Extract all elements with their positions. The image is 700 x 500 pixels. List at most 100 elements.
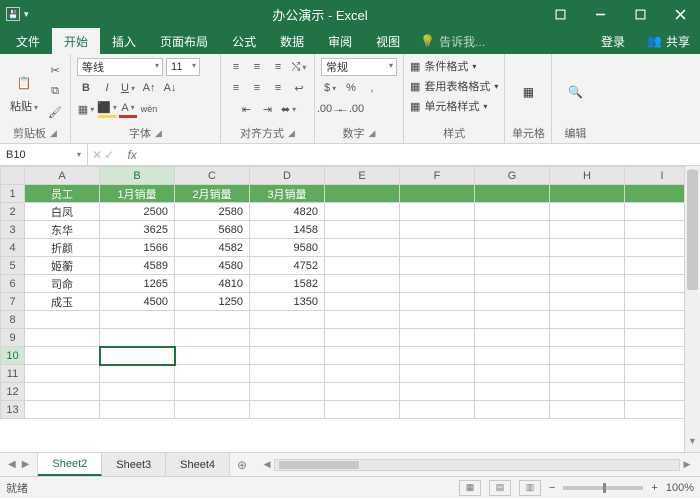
comma-format-icon[interactable]: , [363,79,381,97]
cell-E6[interactable] [325,275,400,293]
row-header-7[interactable]: 7 [1,293,25,311]
cell-I8[interactable] [625,311,685,329]
grid[interactable]: ABCDEFGHI1员工1月销量2月销量3月销量2白凤2500258048203… [0,166,684,452]
cell-C12[interactable] [175,383,250,401]
cell-H2[interactable] [550,203,625,221]
cell-E10[interactable] [325,347,400,365]
editing-button[interactable]: 🔍 [558,79,592,105]
new-sheet-button[interactable]: ⊕ [230,453,254,476]
column-header-E[interactable]: E [325,167,400,185]
cell-B7[interactable]: 4500 [100,293,175,311]
column-header-B[interactable]: B [100,167,175,185]
cell-A4[interactable]: 折颜 [25,239,100,257]
cell-G11[interactable] [475,365,550,383]
row-header-5[interactable]: 5 [1,257,25,275]
cell-A3[interactable]: 东华 [25,221,100,239]
cell-C10[interactable] [175,347,250,365]
cell-H3[interactable] [550,221,625,239]
cell-D6[interactable]: 1582 [250,275,325,293]
scroll-down-icon[interactable]: ▼ [685,436,700,452]
cell-H9[interactable] [550,329,625,347]
horizontal-scrollbar[interactable]: ◀ ▶ [260,456,694,473]
scroll-left-icon[interactable]: ◀ [260,459,274,470]
cell-E3[interactable] [325,221,400,239]
cell-D5[interactable]: 4752 [250,257,325,275]
cell-E1[interactable] [325,185,400,203]
cell-H5[interactable] [550,257,625,275]
close-button[interactable] [660,0,700,28]
wrap-text-icon[interactable]: ↩ [290,79,308,97]
align-middle-icon[interactable]: ≡ [248,58,266,76]
cell-A12[interactable] [25,383,100,401]
cell-F7[interactable] [400,293,475,311]
cell-F6[interactable] [400,275,475,293]
cell-E9[interactable] [325,329,400,347]
qat-dropdown-icon[interactable]: ▾ [24,9,29,20]
cell-D1[interactable]: 3月销量 [250,185,325,203]
normal-view-icon[interactable]: ▦ [459,480,481,496]
copy-icon[interactable]: ⧉ [46,83,64,101]
cell-A9[interactable] [25,329,100,347]
row-header-10[interactable]: 10 [1,347,25,365]
sheet-tab-sheet4[interactable]: Sheet4 [166,453,230,476]
cell-D9[interactable] [250,329,325,347]
row-header-13[interactable]: 13 [1,401,25,419]
column-header-A[interactable]: A [25,167,100,185]
cell-H12[interactable] [550,383,625,401]
cell-I1[interactable] [625,185,685,203]
cell-A5[interactable]: 姬蘅 [25,257,100,275]
cell-H7[interactable] [550,293,625,311]
cell-H6[interactable] [550,275,625,293]
cell-G1[interactable] [475,185,550,203]
select-all-corner[interactable] [1,167,25,185]
cell-F3[interactable] [400,221,475,239]
column-header-D[interactable]: D [250,167,325,185]
tab-file[interactable]: 文件 [4,28,52,54]
cell-E5[interactable] [325,257,400,275]
cell-I10[interactable] [625,347,685,365]
cell-F4[interactable] [400,239,475,257]
cell-I6[interactable] [625,275,685,293]
vertical-scrollbar[interactable]: ▲ ▼ [684,166,700,452]
cell-H4[interactable] [550,239,625,257]
cell-G7[interactable] [475,293,550,311]
cell-F5[interactable] [400,257,475,275]
font-size-combo[interactable]: 11 [166,58,200,76]
zoom-in-icon[interactable]: + [651,482,657,494]
paste-button[interactable]: 📋 粘贴 [6,70,42,114]
cell-B8[interactable] [100,311,175,329]
column-header-F[interactable]: F [400,167,475,185]
cell-G10[interactable] [475,347,550,365]
cell-A13[interactable] [25,401,100,419]
cell-D13[interactable] [250,401,325,419]
cell-E11[interactable] [325,365,400,383]
row-header-3[interactable]: 3 [1,221,25,239]
cell-H8[interactable] [550,311,625,329]
cell-I2[interactable] [625,203,685,221]
decrease-decimal-icon[interactable]: ←.00 [342,100,360,118]
cell-D3[interactable]: 1458 [250,221,325,239]
cell-B2[interactable]: 2500 [100,203,175,221]
italic-button[interactable]: I [98,79,116,97]
cell-G9[interactable] [475,329,550,347]
cell-F10[interactable] [400,347,475,365]
cell-B3[interactable]: 3625 [100,221,175,239]
align-top-icon[interactable]: ≡ [227,58,245,76]
vertical-scroll-thumb[interactable] [687,170,698,290]
tab-home[interactable]: 开始 [52,28,100,54]
cell-B9[interactable] [100,329,175,347]
zoom-level[interactable]: 100% [666,482,694,494]
cell-C2[interactable]: 2580 [175,203,250,221]
row-header-1[interactable]: 1 [1,185,25,203]
cell-A1[interactable]: 员工 [25,185,100,203]
page-break-view-icon[interactable]: ▥ [519,480,541,496]
cell-I7[interactable] [625,293,685,311]
number-launcher-icon[interactable]: ◢ [369,128,376,139]
scroll-right-icon[interactable]: ▶ [680,459,694,470]
cell-H10[interactable] [550,347,625,365]
cell-G4[interactable] [475,239,550,257]
cell-C6[interactable]: 4810 [175,275,250,293]
percent-format-icon[interactable]: % [342,79,360,97]
cell-A10[interactable] [25,347,100,365]
format-painter-icon[interactable]: 🖌 [46,104,64,122]
